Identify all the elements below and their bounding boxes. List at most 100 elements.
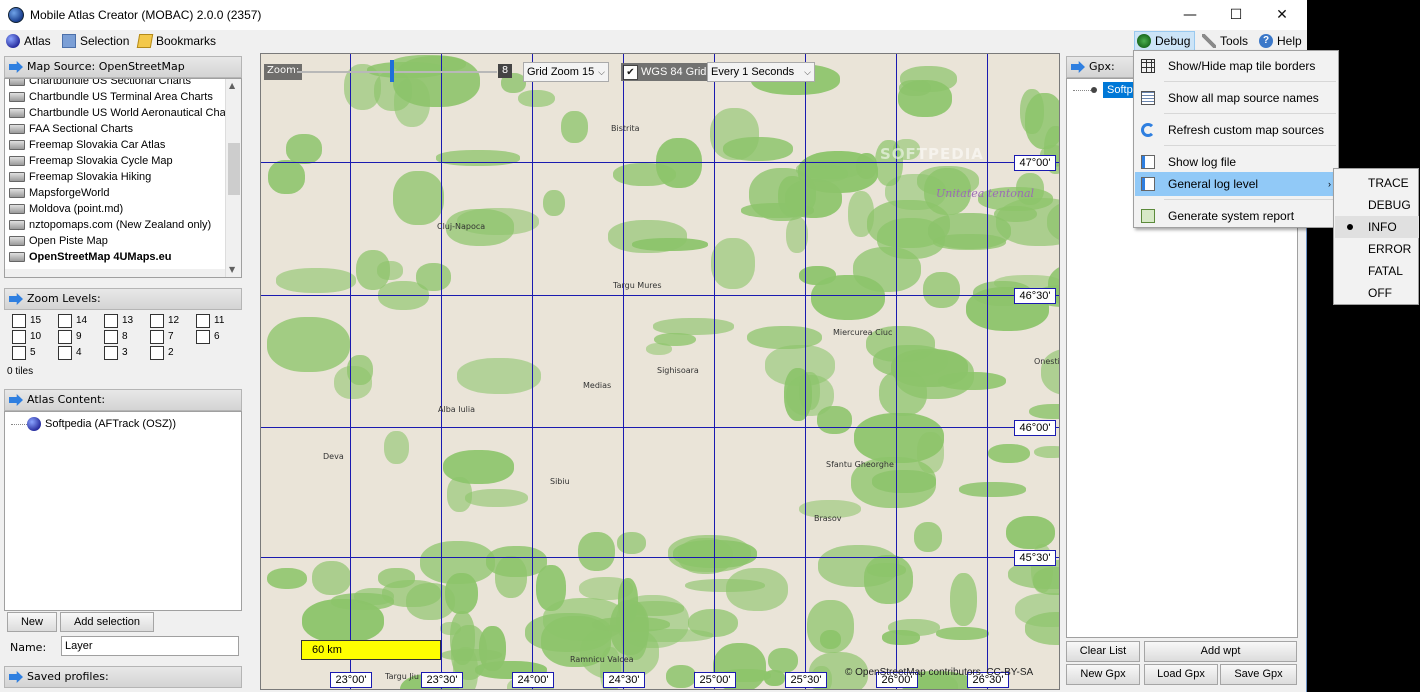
log-level-trace[interactable]: TRACE: [1335, 172, 1419, 194]
zoom-checkbox-11[interactable]: 11: [194, 314, 224, 328]
list-item[interactable]: nztopomaps.com (New Zealand only): [9, 217, 211, 233]
forest-patch: [1005, 516, 1055, 550]
forest-patch: [799, 371, 820, 410]
zoom-slider-thumb[interactable]: [390, 60, 394, 82]
menu-item-tile-borders[interactable]: Show/Hide map tile borders: [1135, 54, 1337, 78]
zoom-checkbox-12[interactable]: 12: [148, 314, 179, 328]
menu-bookmarks[interactable]: Bookmarks: [136, 32, 216, 50]
new-atlas-button[interactable]: New: [7, 612, 57, 632]
collapse-arrow-icon: [1071, 61, 1085, 73]
menu-selection-label: Selection: [80, 34, 130, 48]
menu-help[interactable]: ? Help: [1257, 32, 1302, 50]
zoom-checkbox-9[interactable]: 9: [56, 330, 82, 344]
atlas-content-header[interactable]: Atlas Content:: [4, 389, 242, 411]
list-item[interactable]: Chartbundle US Sectional Charts: [9, 79, 191, 89]
map-source-list[interactable]: Chartbundle US Sectional Charts Chartbun…: [4, 78, 242, 278]
zoom-checkbox-5[interactable]: 5: [10, 346, 36, 360]
forest-patch: [881, 630, 921, 645]
zoom-checkbox-13[interactable]: 13: [102, 314, 133, 328]
zoom-checkbox-10[interactable]: 10: [10, 330, 41, 344]
log-level-error[interactable]: ERROR: [1335, 238, 1419, 260]
menu-tools[interactable]: Tools: [1200, 32, 1248, 50]
clear-list-button[interactable]: Clear List: [1066, 641, 1140, 662]
log-level-info[interactable]: INFO: [1335, 216, 1419, 238]
grid-icon: [1141, 59, 1155, 73]
menu-item-system-report[interactable]: Generate system report: [1135, 204, 1337, 228]
latitude-label: 46°00': [1014, 420, 1056, 436]
list-item[interactable]: Freemap Slovakia Cycle Map: [9, 153, 173, 169]
submenu-arrow-icon: ›: [1328, 179, 1331, 189]
menu-item-refresh-sources[interactable]: Refresh custom map sources: [1135, 118, 1337, 142]
forest-patch: [393, 171, 444, 225]
zoom-checkbox-7[interactable]: 7: [148, 330, 174, 344]
list-item[interactable]: Freemap Slovakia Car Atlas: [9, 137, 165, 153]
forest-patch: [494, 556, 527, 599]
close-button[interactable]: ✕: [1259, 0, 1305, 30]
zoom-checkbox-3[interactable]: 3: [102, 346, 128, 360]
scroll-down-icon[interactable]: ▼: [229, 265, 235, 274]
zoom-checkbox-2[interactable]: 2: [148, 346, 174, 360]
radio-selected-icon: [1347, 224, 1353, 230]
zoom-levels-header[interactable]: Zoom Levels:: [4, 288, 242, 310]
menu-tools-label: Tools: [1220, 34, 1249, 48]
list-item-label: Chartbundle US World Aeronautical Char: [29, 107, 230, 119]
save-gpx-button[interactable]: Save Gpx: [1220, 664, 1297, 685]
new-gpx-button[interactable]: New Gpx: [1066, 664, 1140, 685]
wgs-grid-checkbox[interactable]: WGS 84 Grid: [621, 63, 710, 81]
zoom-slider[interactable]: [297, 71, 497, 73]
layer-name-input[interactable]: [61, 636, 239, 656]
map-source-hscrollbar[interactable]: [5, 269, 225, 277]
zoom-checkbox-8[interactable]: 8: [102, 330, 128, 344]
list-item[interactable]: MapsforgeWorld: [9, 185, 110, 201]
saved-profiles-header[interactable]: Saved profiles:: [4, 666, 242, 688]
maximize-button[interactable]: ☐: [1213, 0, 1259, 30]
zoom-checkbox-14[interactable]: 14: [56, 314, 87, 328]
add-wpt-button[interactable]: Add wpt: [1144, 641, 1297, 662]
list-item[interactable]: Moldova (point.md): [9, 201, 123, 217]
scroll-up-icon[interactable]: ▲: [229, 81, 235, 90]
log-level-submenu: TRACE DEBUG INFO ERROR FATAL OFF: [1333, 168, 1419, 305]
menu-separator: [1164, 145, 1336, 146]
add-selection-button[interactable]: Add selection: [60, 612, 154, 632]
scroll-thumb[interactable]: [228, 143, 240, 195]
atlas-tree-node[interactable]: Softpedia (AFTrack (OSZ)): [11, 416, 176, 432]
forest-patch: [847, 191, 875, 237]
atlas-content-tree[interactable]: Softpedia (AFTrack (OSZ)): [4, 411, 242, 611]
minimize-button[interactable]: —: [1167, 0, 1213, 30]
load-gpx-button[interactable]: Load Gpx: [1144, 664, 1218, 685]
menu-item-show-log[interactable]: Show log file: [1135, 150, 1337, 174]
map-source-icon: [9, 124, 25, 134]
log-level-icon: [1141, 177, 1155, 191]
name-label: Name:: [10, 641, 47, 654]
grid-interval-select[interactable]: Every 1 Seconds ⌵: [707, 62, 815, 82]
forest-patch: [578, 576, 633, 601]
log-level-fatal[interactable]: FATAL: [1335, 260, 1419, 282]
city-label: Cluj-Napoca: [437, 222, 486, 231]
map-source-icon: [9, 188, 25, 198]
forest-patch: [1024, 92, 1059, 150]
map-source-header[interactable]: Map Source: OpenStreetMap 4UMaps.eu: [4, 56, 242, 93]
log-level-off[interactable]: OFF: [1335, 282, 1419, 304]
menu-debug[interactable]: Debug: [1134, 31, 1196, 51]
menu-separator: [1164, 113, 1336, 114]
list-item[interactable]: Chartbundle US Terminal Area Charts: [9, 89, 213, 105]
grid-zoom-select[interactable]: Grid Zoom 15 ⌵: [523, 62, 609, 82]
map-source-scrollbar[interactable]: ▲ ▼: [225, 79, 241, 277]
list-item[interactable]: FAA Sectional Charts: [9, 121, 133, 137]
zoom-checkbox-6[interactable]: 6: [194, 330, 220, 344]
menu-bookmarks-label: Bookmarks: [156, 34, 217, 48]
forest-patch: [436, 150, 520, 166]
forest-patch: [1033, 446, 1059, 459]
menu-item-log-level[interactable]: General log level ›: [1135, 172, 1337, 196]
log-level-debug[interactable]: DEBUG: [1335, 194, 1419, 216]
list-item[interactable]: Open Piste Map: [9, 233, 108, 249]
list-item-label: Freemap Slovakia Car Atlas: [29, 139, 166, 151]
menu-atlas[interactable]: Atlas: [4, 32, 51, 50]
menu-selection[interactable]: Selection: [60, 32, 129, 50]
list-item[interactable]: Freemap Slovakia Hiking: [9, 169, 151, 185]
zoom-checkbox-4[interactable]: 4: [56, 346, 82, 360]
menu-item-source-names[interactable]: Show all map source names: [1135, 86, 1337, 110]
list-item[interactable]: Chartbundle US World Aeronautical Char: [9, 105, 229, 121]
zoom-checkbox-15[interactable]: 15: [10, 314, 41, 328]
list-item-selected[interactable]: OpenStreetMap 4UMaps.eu: [9, 249, 171, 265]
